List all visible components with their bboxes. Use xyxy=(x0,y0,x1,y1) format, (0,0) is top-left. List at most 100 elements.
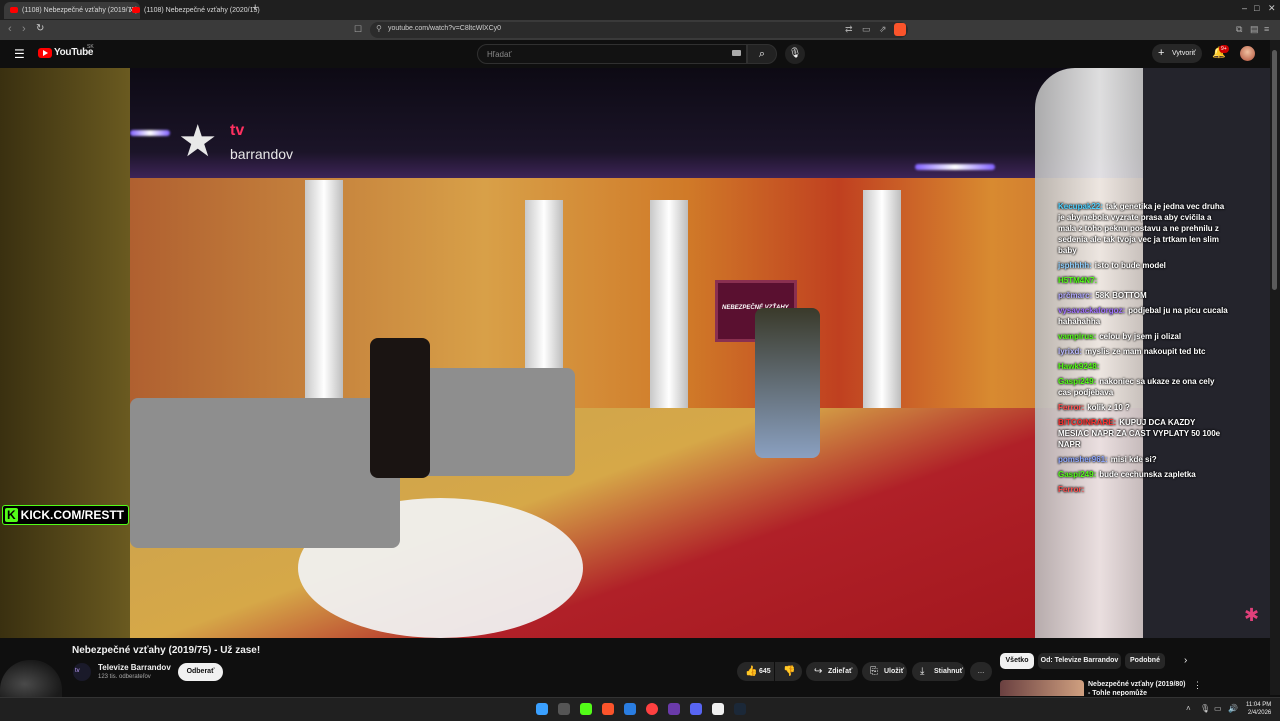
chat-text: celou by jsem ji olizal xyxy=(1099,332,1182,341)
region-code: SK xyxy=(87,44,94,50)
system-clock[interactable]: 11:04 PM 2/4/2026 xyxy=(1246,701,1271,717)
chat-username: Ferror: xyxy=(1058,403,1085,412)
bookmark-icon: ⎘ xyxy=(870,666,878,677)
new-tab-button[interactable]: + xyxy=(252,2,258,14)
bookmark-icon[interactable]: ☐ xyxy=(354,24,362,35)
account-avatar[interactable] xyxy=(1240,46,1255,61)
download-label: Stiahnuť xyxy=(934,668,964,675)
media-app-icon[interactable] xyxy=(668,703,680,715)
terminal-icon[interactable] xyxy=(558,703,570,715)
tray-network-icon[interactable]: ▭ xyxy=(1214,704,1222,713)
minimize-button[interactable]: – xyxy=(1242,3,1247,13)
documents-icon[interactable] xyxy=(624,703,636,715)
recommended-title[interactable]: Nebezpečné vzťahy (2019/80) - Tohle nepo… xyxy=(1088,680,1188,696)
channel-avatar[interactable]: tv xyxy=(73,663,91,681)
start-icon[interactable] xyxy=(536,703,548,715)
share-button[interactable]: ↪ Zdieľať xyxy=(806,662,858,681)
chat-text: bude cechunska zapletka xyxy=(1099,470,1196,479)
tray-volume-icon[interactable]: 🔊 xyxy=(1228,704,1238,713)
voice-search-button[interactable]: 🎙 xyxy=(785,44,805,64)
forward-icon[interactable]: › xyxy=(22,23,26,35)
page-scrollbar[interactable] xyxy=(1270,40,1280,695)
guide-menu-icon[interactable]: ☰ xyxy=(14,47,25,61)
search-placeholder: Hľadať xyxy=(487,50,512,59)
video-player[interactable]: NEBEZPEČNÉ VZŤAHY ★ tv barrandov K KICK.C… xyxy=(0,68,1270,638)
url-text: youtube.com/watch?v=C8ltcWlXCy0 xyxy=(388,25,502,32)
chat-username: BITCOINRARE: xyxy=(1058,418,1117,427)
like-count: 645 xyxy=(759,668,771,675)
maximize-button[interactable]: □ xyxy=(1254,3,1259,13)
chat-username: Ferror: xyxy=(1058,485,1085,494)
menu-icon[interactable]: ≡ xyxy=(1264,24,1269,34)
chip-from-channel[interactable]: Od: Televize Barrandov xyxy=(1038,653,1121,669)
studio-pillar xyxy=(650,200,688,415)
chevron-right-icon[interactable]: › xyxy=(1184,655,1187,666)
wallet-icon[interactable]: ▤ xyxy=(1250,24,1259,35)
chat-message: Ferror: kolik z 10 ? xyxy=(1058,402,1228,413)
keyboard-icon[interactable] xyxy=(732,50,741,56)
youtube-favicon-icon xyxy=(10,7,18,13)
barrandov-star-icon: ★ xyxy=(178,117,218,166)
translate-icon[interactable]: ⇄ xyxy=(845,24,853,35)
download-button[interactable]: ⤓ Stiahnuť xyxy=(912,662,965,681)
brave-browser-icon[interactable] xyxy=(602,703,614,715)
chat-username: Gaspi249: xyxy=(1058,377,1097,386)
chat-username: lyrixd: xyxy=(1058,347,1083,356)
site-info-icon[interactable]: ⚲ xyxy=(376,24,382,33)
browser-tab-active[interactable]: (1108) Nebezpečné vzťahy (2019/75) ✕ xyxy=(4,2,140,19)
dislike-button[interactable]: 👎 xyxy=(775,662,802,681)
like-button[interactable]: 👍 645 xyxy=(737,662,774,681)
chat-text: isto to bude model xyxy=(1094,261,1166,270)
browser-tab[interactable]: (1108) Nebezpečné vzťahy (2020/15) xyxy=(126,2,264,19)
save-button[interactable]: ⎘ Uložiť xyxy=(862,662,907,681)
chat-message: jsphhhh: isto to bude model xyxy=(1058,260,1228,271)
address-bar[interactable]: ⚲ youtube.com/watch?v=C8ltcWlXCy0 xyxy=(370,22,908,38)
chat-message: BITCOINRARE: KUPUJ DCA KAZDY MESIAC NAPR … xyxy=(1058,417,1228,450)
chat-message: H5TM4N7: xyxy=(1058,275,1228,286)
search-button[interactable]: ⌕ xyxy=(747,44,777,64)
kick-app-icon[interactable] xyxy=(580,703,592,715)
more-actions-button[interactable]: … xyxy=(970,662,992,681)
notepad-icon[interactable] xyxy=(712,703,724,715)
back-icon[interactable]: ‹ xyxy=(8,23,12,35)
youtube-favicon-icon xyxy=(132,7,140,13)
share-icon[interactable]: ⇗ xyxy=(879,24,887,35)
create-button[interactable]: + Vytvoriť xyxy=(1152,44,1202,63)
recommended-thumbnail[interactable] xyxy=(1000,680,1084,696)
video-frame[interactable]: NEBEZPEČNÉ VZŤAHY ★ tv barrandov xyxy=(130,68,1143,638)
close-window-button[interactable]: ✕ xyxy=(1268,3,1276,14)
recommended-more-icon[interactable]: ⋮ xyxy=(1193,680,1202,691)
chat-message: Gaspi249: bude cechunska zapletka xyxy=(1058,469,1228,480)
browser-toolbar: ‹ › ↻ ☐ ⚲ youtube.com/watch?v=C8ltcWlXCy… xyxy=(0,20,1280,40)
save-label: Uložiť xyxy=(884,668,905,675)
chat-message: vysavackaforgoz: podjebal ju na picu cuca… xyxy=(1058,305,1228,327)
chat-message: Gaspi249: nakoniec sa ukaze ze ona cely c… xyxy=(1058,376,1228,398)
chip-all[interactable]: Všetko xyxy=(1000,653,1034,669)
chat-username: pomsher961: xyxy=(1058,455,1108,464)
chat-username: Hawk9248: xyxy=(1058,362,1100,371)
thumbs-up-icon: 👍 xyxy=(745,666,758,677)
chat-text: myslis ze mam nakoupit ted btc xyxy=(1085,347,1206,356)
chip-related[interactable]: Podobné xyxy=(1125,653,1165,669)
windows-taskbar: ˄ 🎙 ▭ 🔊 11:04 PM 2/4/2026 xyxy=(0,697,1280,721)
channel-name[interactable]: Televize Barrandov xyxy=(98,663,171,672)
tray-mic-icon[interactable]: 🎙 xyxy=(1200,704,1210,713)
steam-icon[interactable] xyxy=(734,703,746,715)
search-input[interactable]: Hľadať xyxy=(477,44,747,64)
chat-username: Kecupak22: xyxy=(1058,202,1103,211)
subscribe-button[interactable]: Odberať xyxy=(178,663,223,681)
chat-message: pomsher961: misi kde si? xyxy=(1058,454,1228,465)
extensions-icon[interactable]: ⧉ xyxy=(1236,24,1242,35)
tray-chevron-icon[interactable]: ˄ xyxy=(1186,704,1191,713)
reload-icon[interactable]: ↻ xyxy=(36,23,44,34)
search-icon: ⌕ xyxy=(758,48,766,60)
mascot-overlay xyxy=(0,660,62,700)
discord-icon[interactable] xyxy=(690,703,702,715)
record-app-icon[interactable] xyxy=(646,703,658,715)
brave-shields-icon[interactable] xyxy=(894,23,906,36)
youtube-logo-icon[interactable] xyxy=(38,48,52,58)
studio-sofa xyxy=(130,398,400,548)
scrollbar-thumb[interactable] xyxy=(1272,50,1277,290)
studio-light xyxy=(915,164,995,170)
cast-icon[interactable]: ▭ xyxy=(862,24,871,35)
